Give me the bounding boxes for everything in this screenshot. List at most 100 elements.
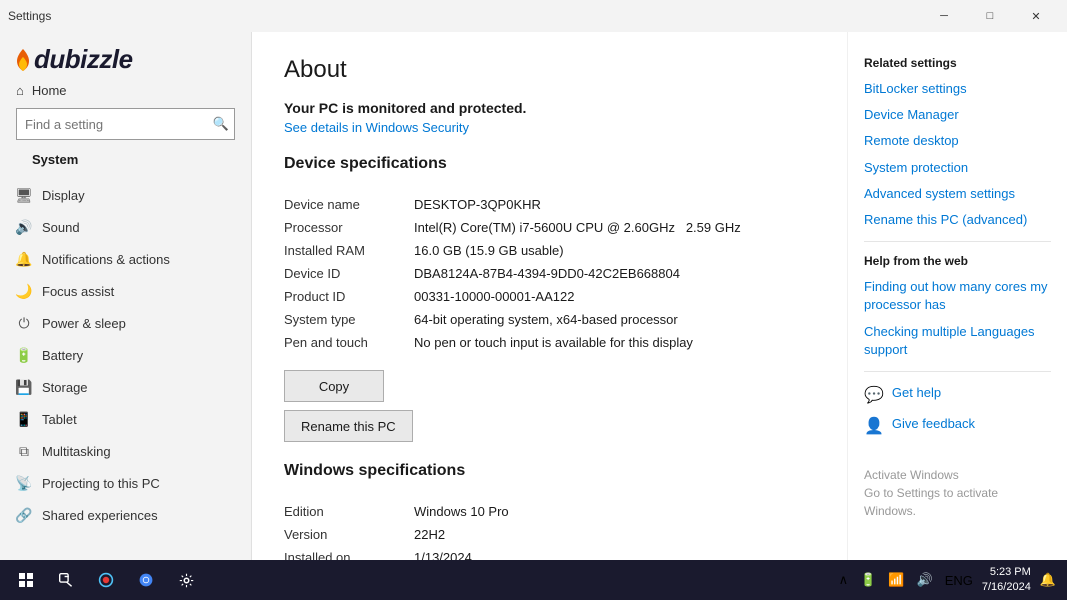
rename-pc-advanced-link[interactable]: Rename this PC (advanced) bbox=[864, 211, 1051, 229]
search-taskbar-button[interactable] bbox=[48, 562, 84, 598]
volume-tray-icon[interactable]: 🔊 bbox=[914, 570, 936, 590]
divider2 bbox=[864, 371, 1051, 372]
spec-row-device-name: Device name DESKTOP-3QP0KHR bbox=[284, 193, 815, 216]
cortana-icon bbox=[98, 572, 114, 588]
spec-value: Windows 10 Pro bbox=[414, 500, 815, 523]
spec-value: 22H2 bbox=[414, 523, 815, 546]
get-help-link[interactable]: Get help bbox=[892, 384, 941, 402]
spec-value: DBA8124A-87B4-4394-9DD0-42C2EB668804 bbox=[414, 262, 815, 285]
spec-label: Device ID bbox=[284, 262, 414, 285]
maximize-button[interactable]: □ bbox=[967, 0, 1013, 32]
multitasking-icon: ⧉ bbox=[16, 443, 32, 459]
monitored-text: Your PC is monitored and protected. bbox=[284, 100, 815, 116]
notifications-icon: 🔔 bbox=[16, 251, 32, 267]
spec-value: 16.0 GB (15.9 GB usable) bbox=[414, 239, 815, 262]
windows-specs-heading: Windows specifications bbox=[284, 462, 815, 488]
sidebar-item-label: Storage bbox=[42, 380, 88, 395]
flame-icon bbox=[16, 49, 30, 71]
sidebar-item-multitasking[interactable]: ⧉ Multitasking bbox=[0, 435, 251, 467]
spec-row-version: Version 22H2 bbox=[284, 523, 815, 546]
search-icon-button[interactable]: 🔍 bbox=[213, 116, 229, 132]
clock-date: 7/16/2024 bbox=[982, 580, 1031, 595]
sidebar-item-display[interactable]: 🖥 Display bbox=[0, 179, 251, 211]
spec-row-product-id: Product ID 00331-10000-00001-AA122 bbox=[284, 285, 815, 308]
projecting-icon: 📡 bbox=[16, 475, 32, 491]
sound-icon: 🔊 bbox=[16, 219, 32, 235]
get-help-icon: 💬 bbox=[864, 385, 884, 405]
search-input[interactable] bbox=[16, 108, 235, 140]
divider bbox=[864, 241, 1051, 242]
sidebar-item-focus[interactable]: 🌙 Focus assist bbox=[0, 275, 251, 307]
activate-watermark: Activate Windows Go to Settings to activ… bbox=[864, 466, 1051, 520]
close-button[interactable]: ✕ bbox=[1013, 0, 1059, 32]
sidebar-item-shared[interactable]: 🔗 Shared experiences bbox=[0, 499, 251, 531]
sidebar-item-storage[interactable]: 💾 Storage bbox=[0, 371, 251, 403]
action-buttons: Copy Rename this PC bbox=[284, 370, 815, 442]
titlebar-title: Settings bbox=[8, 9, 921, 23]
spec-value: No pen or touch input is available for t… bbox=[414, 331, 815, 354]
cores-help-link[interactable]: Finding out how many cores my processor … bbox=[864, 278, 1051, 314]
languages-help-link[interactable]: Checking multiple Languages support bbox=[864, 323, 1051, 359]
home-link[interactable]: ⌂ Home bbox=[16, 79, 235, 102]
monitored-banner: Your PC is monitored and protected. See … bbox=[284, 100, 815, 135]
notification-bell[interactable]: 🔔 bbox=[1037, 570, 1059, 590]
chrome-icon bbox=[138, 572, 154, 588]
system-protection-link[interactable]: System protection bbox=[864, 159, 1051, 177]
tray-arrow[interactable]: ∧ bbox=[836, 570, 852, 590]
display-icon: 🖥 bbox=[16, 187, 32, 203]
remote-desktop-link[interactable]: Remote desktop bbox=[864, 132, 1051, 150]
give-feedback-link[interactable]: Give feedback bbox=[892, 415, 975, 433]
battery-tray-icon[interactable]: 🔋 bbox=[857, 570, 879, 590]
spec-label: Processor bbox=[284, 216, 414, 239]
get-help-item: 💬 Get help bbox=[864, 384, 1051, 405]
network-tray-icon[interactable]: 📶 bbox=[885, 570, 907, 590]
cortana-button[interactable] bbox=[88, 562, 124, 598]
sidebar-item-battery[interactable]: 🔋 Battery bbox=[0, 339, 251, 371]
copy-button[interactable]: Copy bbox=[284, 370, 384, 402]
sidebar-item-tablet[interactable]: 📱 Tablet bbox=[0, 403, 251, 435]
logo-text: dubizzle bbox=[34, 44, 133, 75]
device-specs-table: Device name DESKTOP-3QP0KHR Processor In… bbox=[284, 193, 815, 354]
language-indicator[interactable]: ENG bbox=[942, 571, 976, 590]
minimize-button[interactable]: ─ bbox=[921, 0, 967, 32]
spec-row-processor: Processor Intel(R) Core(TM) i7-5600U CPU… bbox=[284, 216, 815, 239]
sidebar-item-label: Battery bbox=[42, 348, 83, 363]
sidebar: dubizzle ⌂ Home 🔍 System 🖥 Display 🔊 bbox=[0, 32, 252, 600]
spec-value: 00331-10000-00001-AA122 bbox=[414, 285, 815, 308]
spec-row-ram: Installed RAM 16.0 GB (15.9 GB usable) bbox=[284, 239, 815, 262]
logo-container: dubizzle bbox=[16, 44, 235, 75]
search-taskbar-icon bbox=[59, 573, 73, 587]
page-title: About bbox=[284, 56, 815, 84]
bitlocker-settings-link[interactable]: BitLocker settings bbox=[864, 80, 1051, 98]
sidebar-item-projecting[interactable]: 📡 Projecting to this PC bbox=[0, 467, 251, 499]
sidebar-item-label: Tablet bbox=[42, 412, 77, 427]
sidebar-item-label: Sound bbox=[42, 220, 80, 235]
security-details-link[interactable]: See details in Windows Security bbox=[284, 120, 469, 135]
sidebar-nav: 🖥 Display 🔊 Sound 🔔 Notifications & acti… bbox=[0, 179, 251, 600]
settings-taskbar-button[interactable] bbox=[168, 562, 204, 598]
spec-row-system-type: System type 64-bit operating system, x64… bbox=[284, 308, 815, 331]
advanced-system-settings-link[interactable]: Advanced system settings bbox=[864, 185, 1051, 203]
activate-line2: Go to Settings to activate Windows. bbox=[864, 484, 1051, 520]
windows-icon bbox=[19, 573, 33, 587]
start-button[interactable] bbox=[8, 562, 44, 598]
spec-label: Edition bbox=[284, 500, 414, 523]
system-section-label: System bbox=[16, 146, 235, 171]
related-settings-heading: Related settings bbox=[864, 56, 1051, 70]
sidebar-item-label: Notifications & actions bbox=[42, 252, 170, 267]
system-clock[interactable]: 5:23 PM 7/16/2024 bbox=[982, 565, 1031, 596]
spec-label: Version bbox=[284, 523, 414, 546]
search-box: 🔍 bbox=[16, 108, 235, 140]
home-label: Home bbox=[32, 83, 67, 98]
clock-time: 5:23 PM bbox=[982, 565, 1031, 580]
sidebar-item-notifications[interactable]: 🔔 Notifications & actions bbox=[0, 243, 251, 275]
sidebar-item-power[interactable]: ⏻ Power & sleep bbox=[0, 307, 251, 339]
app-container: dubizzle ⌂ Home 🔍 System 🖥 Display 🔊 bbox=[0, 32, 1067, 600]
chrome-button[interactable] bbox=[128, 562, 164, 598]
shared-icon: 🔗 bbox=[16, 507, 32, 523]
device-manager-link[interactable]: Device Manager bbox=[864, 106, 1051, 124]
right-panel: Related settings BitLocker settings Devi… bbox=[847, 32, 1067, 600]
sidebar-item-sound[interactable]: 🔊 Sound bbox=[0, 211, 251, 243]
feedback-icon: 👤 bbox=[864, 416, 884, 436]
rename-pc-button[interactable]: Rename this PC bbox=[284, 410, 413, 442]
